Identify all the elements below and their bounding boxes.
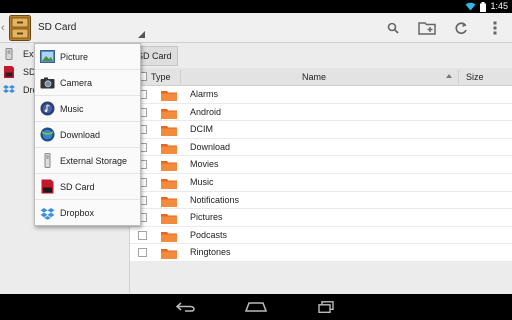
dropdown-item-dropbox[interactable]: Dropbox: [35, 200, 140, 226]
status-bar: 1:45: [0, 0, 512, 13]
table-row[interactable]: Music: [130, 174, 512, 192]
file-name: Alarms: [190, 89, 219, 99]
folder-icon: [161, 249, 177, 260]
back-icon: [176, 302, 195, 312]
column-header-name[interactable]: Name: [302, 68, 326, 86]
battery-icon: [480, 1, 487, 12]
new-folder-button[interactable]: [410, 13, 444, 43]
folder-icon: [161, 179, 177, 189]
search-icon: [387, 22, 399, 34]
file-list: Alarms Android DCIM Download Movies Music Noti…: [130, 86, 512, 262]
dropdown-item-picture[interactable]: Picture: [35, 44, 140, 70]
file-name: Pictures: [190, 212, 223, 223]
status-clock: 1:45: [490, 1, 508, 11]
file-name: DCIM: [190, 124, 213, 135]
file-name: Notifications: [190, 194, 240, 205]
empty-area: [130, 262, 512, 294]
sd-card-icon: [40, 179, 55, 194]
file-name: Ringtones: [190, 247, 231, 258]
dropdown-item-label: Dropbox: [60, 208, 95, 218]
camera-icon: [40, 75, 55, 90]
table-row[interactable]: Alarms: [130, 86, 512, 104]
dropdown-item-sd-card[interactable]: SD Card: [35, 174, 140, 200]
dropdown-item-download[interactable]: Download: [35, 122, 140, 148]
dropbox-icon: [40, 206, 55, 221]
column-header-type[interactable]: Type: [151, 68, 171, 86]
column-divider: [180, 70, 181, 84]
recent-apps-icon: [318, 301, 334, 313]
sd-card-icon: [4, 66, 14, 78]
refresh-icon: [455, 22, 467, 35]
folder-icon: [161, 231, 177, 242]
folder-icon: [161, 91, 177, 101]
spinner-arrow-icon: [138, 31, 145, 38]
dropdown-item-label: Download: [60, 129, 101, 140]
wifi-icon: [465, 2, 476, 11]
file-name: Music: [190, 177, 214, 187]
folder-icon: [161, 196, 177, 207]
file-name: Podcasts: [190, 229, 228, 240]
dropdown-item-music[interactable]: Music: [35, 96, 140, 122]
back-button[interactable]: [166, 294, 206, 320]
refresh-button[interactable]: [444, 13, 478, 43]
home-button[interactable]: [236, 294, 276, 320]
action-bar: ‹ SD Card: [0, 13, 512, 43]
app-icon[interactable]: [9, 15, 31, 41]
recent-apps-button[interactable]: [306, 294, 346, 320]
music-icon: [40, 101, 55, 116]
dropbox-icon: [3, 85, 15, 93]
table-row[interactable]: Ringtones: [130, 244, 512, 262]
dropdown-item-label: Picture: [60, 51, 89, 62]
row-checkbox[interactable]: [138, 230, 147, 240]
table-row[interactable]: Download: [130, 139, 512, 157]
table-row[interactable]: Pictures: [130, 209, 512, 227]
table-row[interactable]: Movies: [130, 156, 512, 174]
home-icon: [245, 302, 267, 312]
overflow-menu-icon: [493, 21, 497, 35]
system-navigation-bar: [0, 294, 512, 320]
external-storage-icon: [40, 153, 55, 168]
column-header-size[interactable]: Size: [466, 68, 484, 86]
overflow-menu-button[interactable]: [478, 13, 512, 43]
file-name: Download: [190, 141, 231, 152]
sort-ascending-icon: [446, 74, 452, 78]
location-spinner[interactable]: SD Card: [38, 21, 76, 35]
dropdown-item-external-storage[interactable]: External Storage: [35, 148, 140, 174]
new-folder-icon: [418, 22, 436, 35]
location-dropdown: Picture Camera Music Download External S…: [34, 43, 141, 226]
dropdown-item-label: External Storage: [60, 155, 128, 166]
folder-icon: [161, 126, 177, 137]
file-name: Movies: [190, 159, 219, 170]
picture-icon: [40, 49, 55, 64]
column-divider: [458, 70, 459, 84]
folder-icon: [161, 143, 177, 154]
folder-icon: [161, 161, 177, 172]
dropdown-item-label: Camera: [60, 77, 93, 88]
dropdown-item-label: Music: [60, 103, 84, 114]
file-name: Android: [190, 106, 222, 117]
download-icon: [40, 127, 55, 142]
folder-icon: [161, 214, 177, 225]
action-buttons: [376, 13, 512, 43]
table-row[interactable]: Podcasts: [130, 227, 512, 245]
table-row[interactable]: DCIM: [130, 121, 512, 139]
table-row[interactable]: Android: [130, 104, 512, 122]
table-row[interactable]: Notifications: [130, 192, 512, 210]
status-icons: 1:45: [465, 0, 508, 13]
file-table-header: Type Name Size: [130, 68, 512, 86]
up-caret-icon[interactable]: ‹: [1, 21, 9, 35]
search-button[interactable]: [376, 13, 410, 43]
external-storage-icon: [5, 48, 13, 60]
folder-icon: [161, 108, 177, 119]
dropdown-item-camera[interactable]: Camera: [35, 70, 140, 96]
dropdown-item-label: SD Card: [60, 181, 95, 192]
row-checkbox[interactable]: [138, 248, 147, 258]
